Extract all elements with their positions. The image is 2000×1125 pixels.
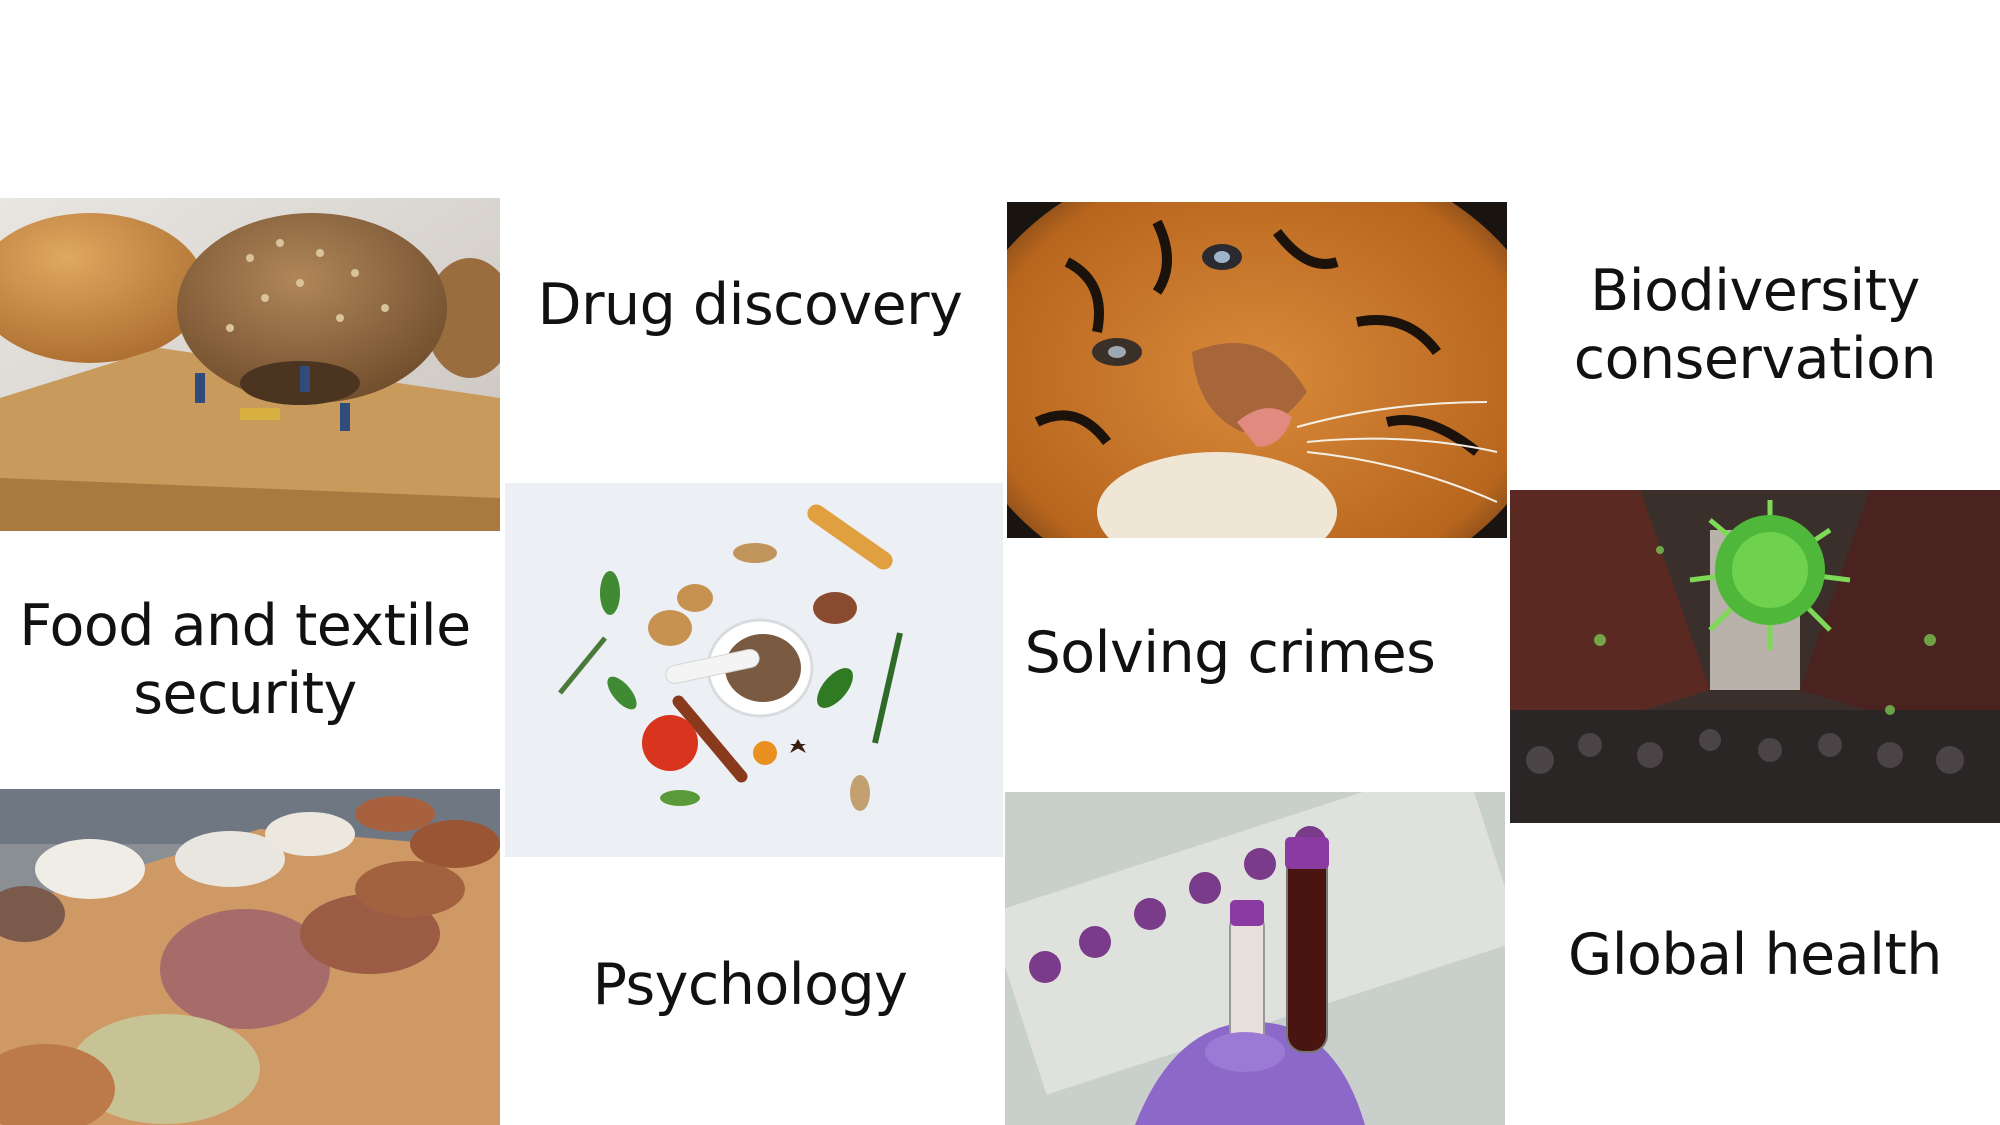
label-biodiversity-conservation: Biodiversity conservation (1573, 258, 1937, 392)
label-psychology: Psychology (592, 952, 908, 1018)
blood-tubes-photo (1005, 792, 1505, 1125)
tiger-photo (1007, 202, 1507, 538)
label-drug-discovery: Drug discovery (537, 272, 963, 338)
label-solving-crimes: Solving crimes (1024, 620, 1436, 686)
spices-photo (505, 483, 1003, 857)
virus-street-photo (1510, 490, 2000, 823)
label-food-textile-security: Food and textile security (19, 593, 471, 727)
bread-photo (0, 198, 500, 531)
textile-fiber-photo (0, 789, 500, 1125)
label-global-health: Global health (1568, 922, 1942, 988)
